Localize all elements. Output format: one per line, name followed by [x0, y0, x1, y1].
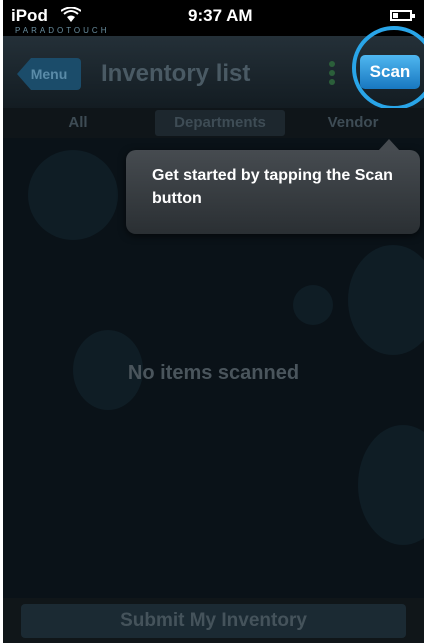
carrier-label: iPod	[11, 6, 48, 25]
submit-inventory-button[interactable]: Submit My Inventory	[21, 604, 406, 638]
scan-tooltip: Get started by tapping the Scan button	[126, 139, 420, 234]
filter-segmented-control: All Departments Vendor	[3, 108, 424, 138]
tooltip-text: Get started by tapping the Scan button	[152, 167, 393, 207]
segment-all[interactable]: All	[23, 110, 133, 136]
empty-state-message: No items scanned	[127, 362, 300, 384]
scan-button[interactable]: Scan	[360, 55, 420, 89]
menu-button[interactable]: Menu	[17, 58, 81, 90]
background-bokeh	[28, 150, 118, 240]
page-title: Inventory list	[101, 60, 251, 87]
background-bokeh	[348, 245, 424, 355]
app-screen: iPod 9:37 AM PARADOTOUCH Menu Inventory …	[3, 0, 424, 643]
wifi-icon	[61, 7, 81, 22]
bottom-bar: Submit My Inventory	[3, 598, 424, 643]
segment-vendor[interactable]: Vendor	[298, 110, 408, 136]
background-bokeh	[293, 285, 333, 325]
battery-icon	[390, 10, 415, 21]
clock: 9:37 AM	[188, 6, 253, 25]
background-bokeh	[358, 425, 424, 545]
vertical-dots-icon	[325, 58, 339, 88]
status-bar: iPod 9:37 AM PARADOTOUCH	[3, 0, 424, 36]
brand-label: PARADOTOUCH	[15, 26, 110, 35]
segment-departments[interactable]: Departments	[155, 110, 285, 136]
